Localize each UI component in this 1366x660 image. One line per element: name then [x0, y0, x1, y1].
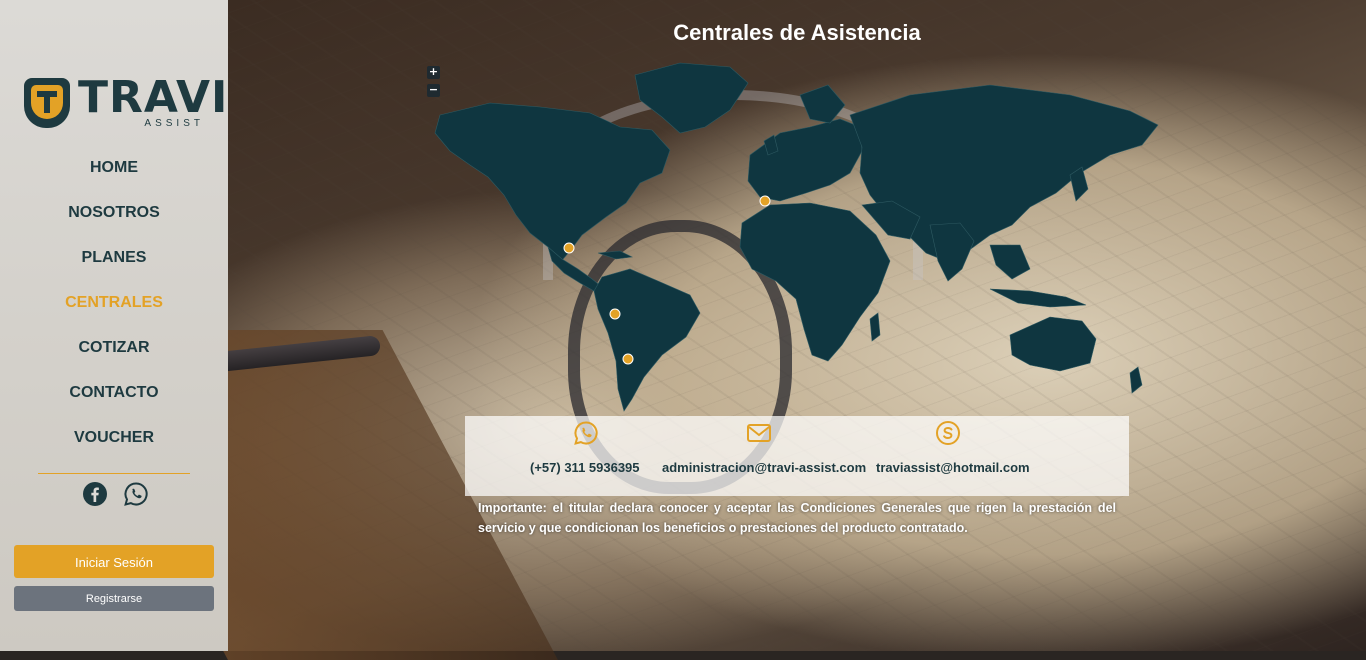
scandinavia — [799, 84, 846, 124]
facebook-icon[interactable] — [82, 481, 108, 507]
social-links — [80, 481, 150, 509]
world-map[interactable] — [430, 55, 1170, 415]
legal-notice: Importante: el titular declara conocer y… — [478, 501, 1116, 535]
map-marker-chile — [622, 353, 634, 365]
mail-icon[interactable] — [746, 420, 772, 446]
north-america — [434, 102, 671, 266]
contact-phone[interactable]: (+57) 311 5936395 — [530, 460, 640, 475]
indonesia — [989, 288, 1087, 308]
skype-icon[interactable] — [935, 420, 961, 446]
nav-item-home[interactable]: HOME — [0, 150, 228, 195]
map-marker-peru — [609, 308, 621, 320]
logo[interactable]: TRAVI ASSIST — [24, 74, 227, 130]
map-marker-mexico — [563, 242, 575, 254]
contact-panel — [465, 416, 1129, 496]
nav-item-cotizar[interactable]: COTIZAR — [0, 330, 228, 375]
africa — [739, 202, 891, 362]
whatsapp-icon[interactable] — [123, 481, 149, 507]
contact-skype[interactable]: traviassist@hotmail.com — [876, 460, 1030, 475]
map-marker-spain — [759, 195, 771, 207]
nav-item-nosotros[interactable]: NOSOTROS — [0, 195, 228, 240]
sidebar: TRAVI ASSIST HOME NOSOTROS PLANES CENTRA… — [0, 0, 228, 651]
new-zealand — [1129, 366, 1143, 394]
europe — [747, 118, 863, 202]
whatsapp-icon[interactable] — [573, 420, 599, 446]
caribbean — [597, 250, 634, 260]
nav-item-planes[interactable]: PLANES — [0, 240, 228, 285]
sidebar-divider — [38, 473, 190, 474]
logo-badge-icon — [24, 78, 70, 128]
logo-tagline: ASSIST — [144, 118, 204, 129]
greenland — [634, 62, 749, 134]
logo-wordmark: TRAVI — [78, 72, 229, 123]
australia — [1009, 316, 1097, 372]
nav-item-voucher[interactable]: VOUCHER — [0, 420, 228, 465]
login-button[interactable]: Iniciar Sesión — [14, 545, 214, 578]
page-title: Centrales de Asistencia — [673, 20, 921, 45]
madagascar — [869, 312, 881, 342]
central-america — [547, 246, 603, 292]
register-button[interactable]: Registrarse — [14, 586, 214, 611]
main-nav: HOME NOSOTROS PLANES CENTRALES COTIZAR C… — [0, 150, 228, 465]
south-america — [593, 268, 701, 412]
nav-item-contacto[interactable]: CONTACTO — [0, 375, 228, 420]
se-asia — [989, 244, 1031, 280]
nav-item-centrales[interactable]: CENTRALES — [0, 285, 228, 330]
contact-email[interactable]: administracion@travi-assist.com — [662, 460, 866, 475]
